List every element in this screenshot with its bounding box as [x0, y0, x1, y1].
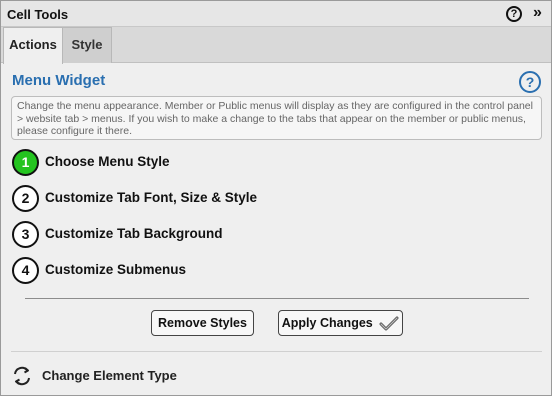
step-number-badge: 4 — [12, 257, 39, 284]
widget-help-icon[interactable]: ? — [519, 71, 541, 93]
step-number-badge: 2 — [12, 185, 39, 212]
step-customize-tab-font[interactable]: 2 Customize Tab Font, Size & Style — [12, 185, 272, 213]
checkmark-icon — [379, 316, 399, 331]
section-divider — [25, 298, 529, 299]
step-label: Customize Tab Background — [45, 226, 223, 241]
footer-divider — [11, 351, 542, 352]
apply-changes-button[interactable]: Apply Changes — [278, 310, 403, 336]
step-customize-tab-background[interactable]: 3 Customize Tab Background — [12, 221, 242, 249]
widget-description: Change the menu appearance. Member or Pu… — [11, 96, 542, 140]
step-number-badge: 3 — [12, 221, 39, 248]
step-number-badge: 1 — [12, 149, 39, 176]
panel-title: Cell Tools — [7, 7, 69, 22]
help-icon[interactable]: ? — [506, 6, 522, 22]
tab-style[interactable]: Style — [63, 27, 112, 63]
remove-styles-label: Remove Styles — [158, 316, 247, 330]
widget-title: Menu Widget — [12, 72, 106, 89]
step-customize-submenus[interactable]: 4 Customize Submenus — [12, 257, 212, 285]
panel-titlebar: Cell Tools ? » — [1, 1, 551, 27]
refresh-cycle-icon — [14, 366, 30, 386]
step-label: Customize Submenus — [45, 262, 187, 277]
tab-bar: Actions Style — [1, 27, 551, 64]
step-label: Customize Tab Font, Size & Style — [45, 190, 258, 205]
cell-tools-panel: Cell Tools ? » Actions Style Menu Widget… — [0, 0, 552, 396]
change-element-type-label: Change Element Type — [42, 368, 177, 383]
collapse-icon[interactable]: » — [533, 4, 542, 22]
step-choose-menu-style[interactable]: 1 Choose Menu Style — [12, 149, 212, 177]
step-label: Choose Menu Style — [45, 154, 170, 169]
remove-styles-button[interactable]: Remove Styles — [151, 310, 254, 336]
change-element-type-link[interactable]: Change Element Type — [11, 365, 211, 387]
apply-changes-label: Apply Changes — [281, 316, 373, 330]
tab-actions[interactable]: Actions — [3, 27, 63, 64]
